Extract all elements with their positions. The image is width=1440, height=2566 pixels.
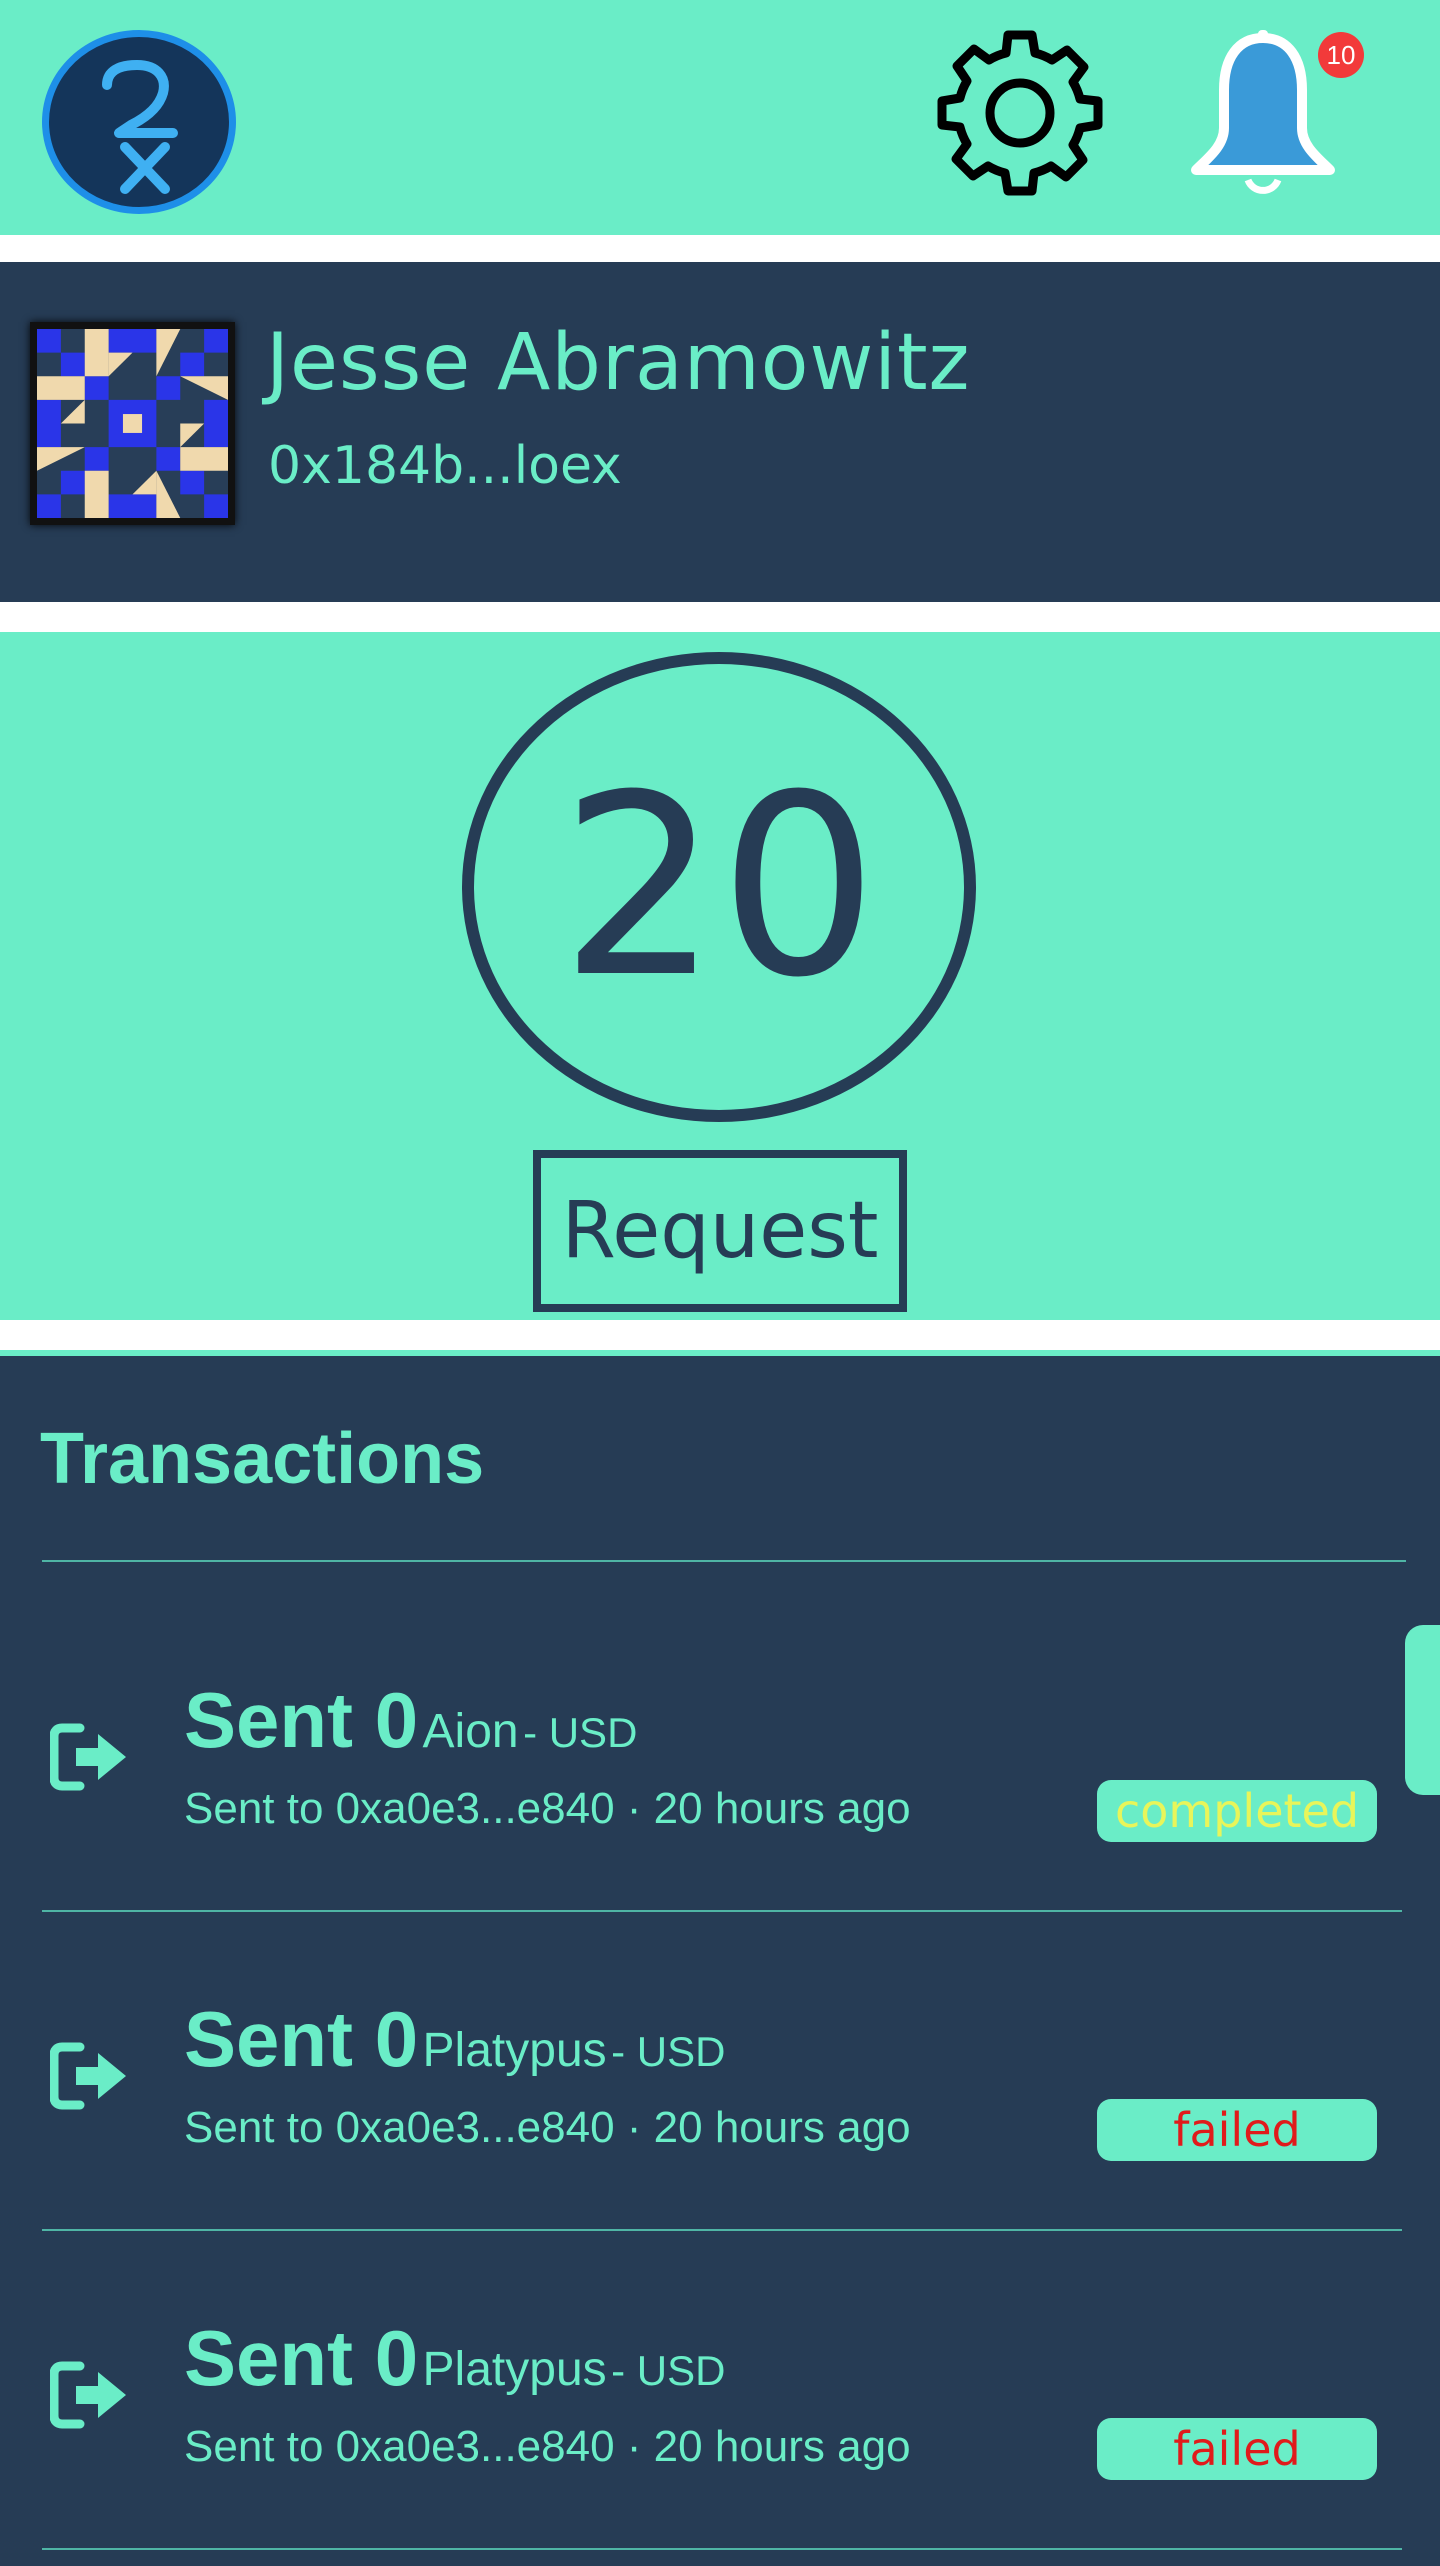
transaction-item[interactable]: Sent 0 Platypus - USD Sent to 0xa0e3...e… — [0, 1911, 1440, 2229]
avatar[interactable] — [30, 322, 235, 525]
wallet-address[interactable]: 0x184b...loex — [268, 436, 622, 496]
transaction-title: Sent 0 Platypus - USD — [184, 2313, 725, 2404]
transaction-subtitle: Sent to 0xa0e3...e840 · 20 hours ago — [184, 1784, 911, 1833]
status-badge: completed — [1097, 1780, 1377, 1842]
coin-name: Aion — [422, 1705, 519, 1758]
row-divider — [42, 2548, 1402, 2550]
notification-badge: 10 — [1318, 32, 1364, 78]
user-name: Jesse Abramowitz — [266, 318, 971, 408]
title-divider — [42, 1560, 1406, 1562]
transactions-title: Transactions — [40, 1419, 485, 1499]
transaction-item[interactable]: Sent 0 Aion - USD Sent to 0xa0e3...e840 … — [0, 1592, 1440, 1910]
sent-amount: Sent 0 — [184, 1676, 419, 1764]
transaction-subtitle: Sent to 0xa0e3...e840 · 20 hours ago — [184, 2422, 911, 2471]
coin-name: Platypus — [422, 2024, 607, 2077]
gear-icon[interactable] — [935, 28, 1105, 198]
transaction-subtitle: Sent to 0xa0e3...e840 · 20 hours ago — [184, 2103, 911, 2152]
transaction-item[interactable]: Sent 0 Platypus - USD Sent to 0xa0e3...e… — [0, 2230, 1440, 2548]
sent-amount: Sent 0 — [184, 2314, 419, 2402]
sign-out-icon — [50, 2042, 126, 2110]
currency-label: - USD — [523, 1709, 638, 1756]
status-badge: failed — [1097, 2418, 1377, 2480]
request-button[interactable]: Request — [533, 1150, 907, 1312]
transaction-title: Sent 0 Platypus - USD — [184, 1994, 725, 2085]
currency-label: - USD — [611, 2347, 726, 2394]
currency-label: - USD — [611, 2028, 726, 2075]
balance-value: 20 — [559, 741, 879, 1032]
sign-out-icon — [50, 1723, 126, 1791]
status-badge: failed — [1097, 2099, 1377, 2161]
transaction-title: Sent 0 Aion - USD — [184, 1675, 637, 1766]
sent-amount: Sent 0 — [184, 1995, 419, 2083]
coin-name: Platypus — [422, 2343, 607, 2396]
rx-logo-icon[interactable] — [42, 30, 236, 214]
sign-out-icon — [50, 2361, 126, 2429]
